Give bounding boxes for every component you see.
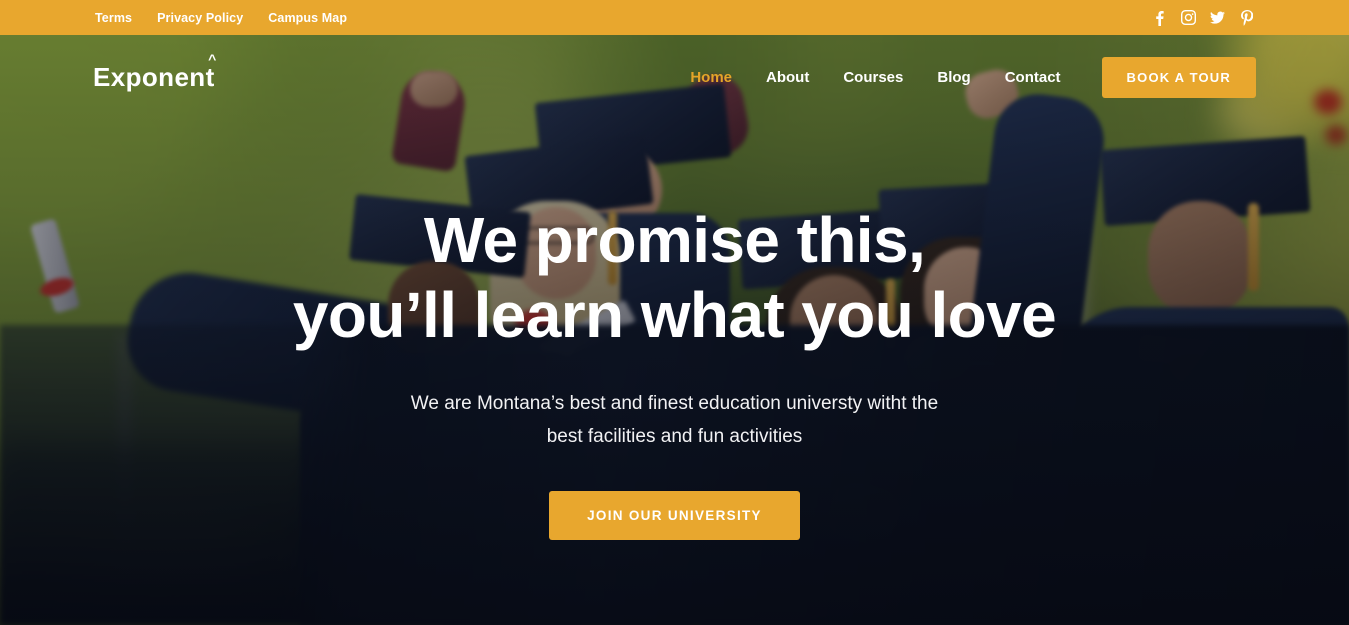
top-link-campus-map[interactable]: Campus Map (268, 11, 347, 25)
logo-caret-icon: ^ (208, 51, 217, 67)
site-logo[interactable]: Exponent ^ (93, 52, 216, 93)
hero-subtitle: We are Montana’s best and finest educati… (395, 387, 955, 454)
logo-text: Exponent (93, 62, 215, 92)
book-a-tour-button[interactable]: BOOK A TOUR (1101, 57, 1256, 98)
nav-link-contact[interactable]: Contact (988, 69, 1078, 86)
nav-link-courses[interactable]: Courses (826, 69, 920, 86)
join-our-university-button[interactable]: JOIN OUR UNIVERSITY (549, 491, 800, 541)
twitter-icon[interactable] (1210, 9, 1225, 26)
nav-link-blog[interactable]: Blog (920, 69, 987, 86)
top-link-privacy-policy[interactable]: Privacy Policy (157, 11, 243, 25)
site-navbar: Exponent ^ Home About Courses Blog Conta… (0, 35, 1349, 120)
pinterest-icon[interactable] (1239, 9, 1254, 26)
hero-title: We promise this, you’ll learn what you l… (292, 203, 1057, 353)
top-utility-links: Terms Privacy Policy Campus Map (95, 11, 347, 25)
social-links (1152, 9, 1254, 26)
navbar-right: Home About Courses Blog Contact BOOK A T… (673, 57, 1256, 98)
instagram-icon[interactable] (1181, 9, 1196, 26)
top-link-terms[interactable]: Terms (95, 11, 132, 25)
hero-title-line-1: We promise this, (423, 204, 926, 276)
hero-section: Exponent ^ Home About Courses Blog Conta… (0, 35, 1349, 625)
primary-nav-links: Home About Courses Blog Contact (673, 69, 1077, 86)
hero-subtitle-line-1: We are Montana’s best and finest educati… (410, 392, 907, 414)
nav-link-home[interactable]: Home (673, 69, 749, 86)
nav-link-about[interactable]: About (749, 69, 826, 86)
facebook-icon[interactable] (1152, 9, 1167, 26)
top-utility-bar: Terms Privacy Policy Campus Map (0, 0, 1349, 35)
hero-title-line-2: you’ll learn what you love (292, 278, 1057, 351)
